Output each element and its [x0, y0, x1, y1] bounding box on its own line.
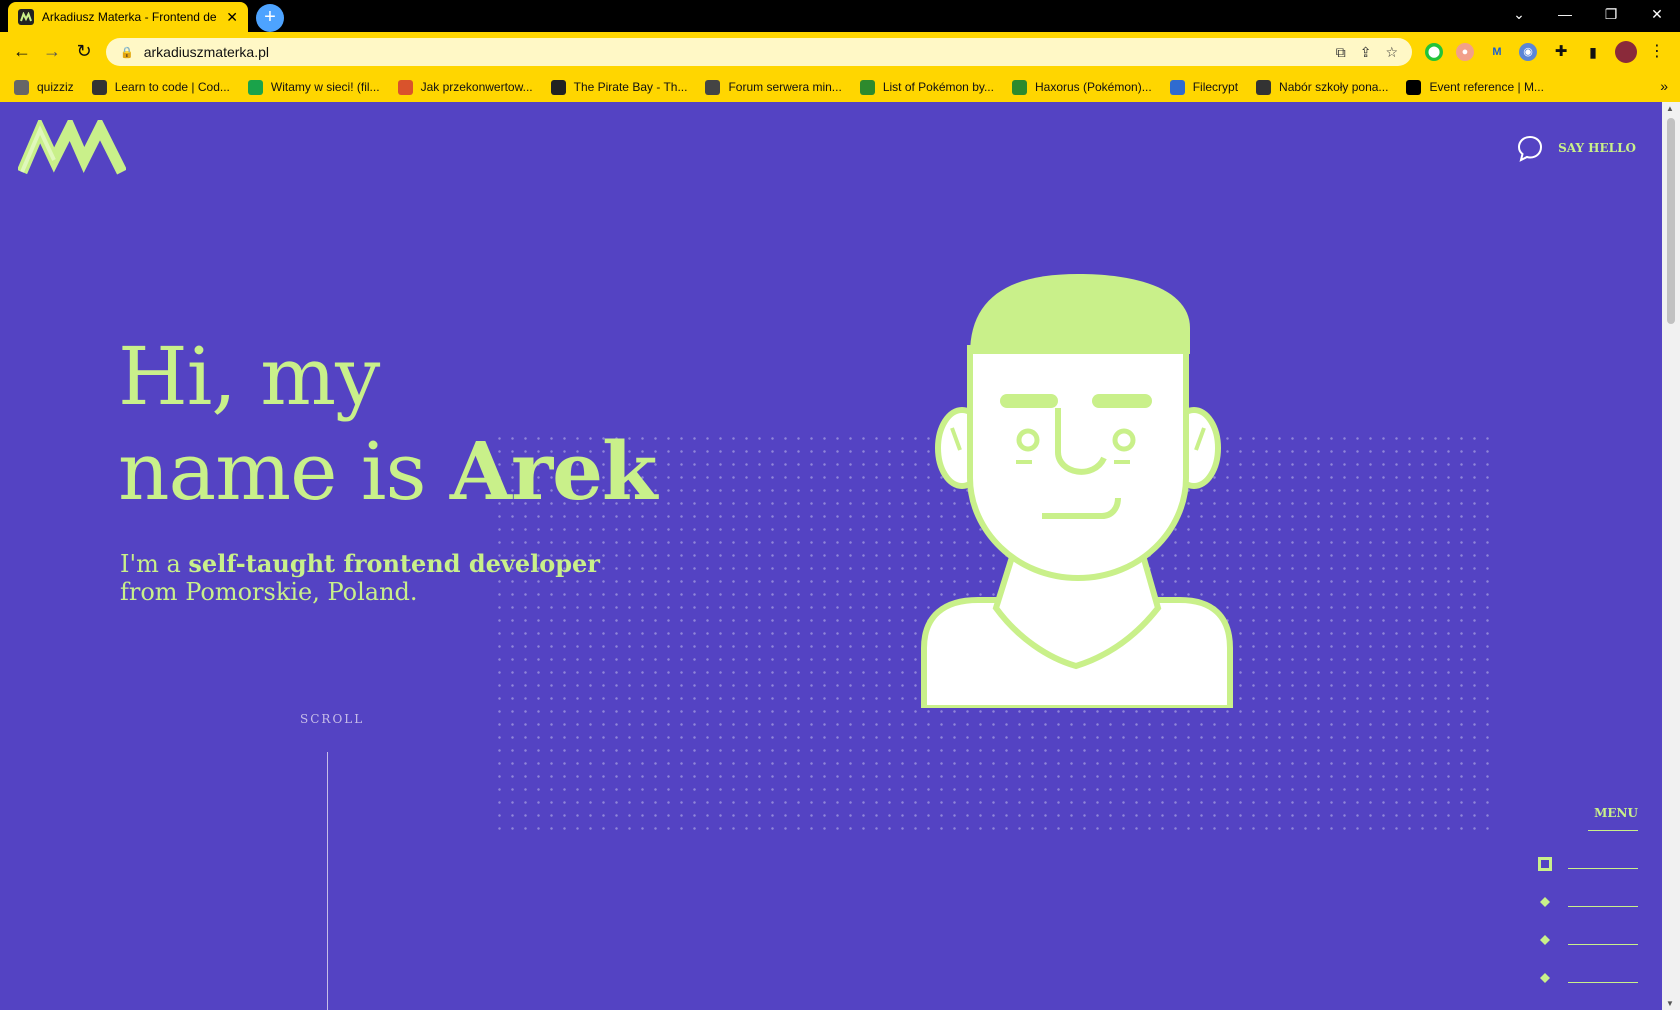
hero-heading-line2: name is	[118, 425, 450, 518]
chat-bubble-icon	[1518, 135, 1543, 162]
scroll-indicator-line	[327, 752, 328, 1010]
bookmark-item[interactable]: Learn to code | Cod...	[91, 79, 230, 95]
bookmark-label: quizziz	[37, 80, 74, 94]
forward-arrow-icon[interactable]: →	[40, 40, 64, 64]
bookmark-label: Filecrypt	[1192, 80, 1239, 94]
extensions-puzzle-icon[interactable]: ✚	[1552, 43, 1570, 61]
bookmark-item[interactable]: Jak przekonwertow...	[397, 79, 533, 95]
lock-icon[interactable]: 🔒	[120, 46, 134, 59]
bookmark-label: Nabór szkoły pona...	[1279, 80, 1389, 94]
hero-subtitle: I'm a self-taught frontend developer fro…	[120, 549, 640, 607]
bookmark-item[interactable]: Haxorus (Pokémon)...	[1011, 79, 1152, 95]
hero-subtitle-bold: self-taught frontend developer	[188, 549, 600, 578]
close-tab-icon[interactable]: ✕	[226, 9, 238, 26]
menu-item-line	[1568, 944, 1638, 945]
bookmark-item[interactable]: Forum serwera min...	[705, 79, 842, 95]
diamond-marker-icon	[1540, 973, 1550, 983]
extension-record-icon[interactable]: ●	[1456, 43, 1474, 61]
share-icon[interactable]: ⇪	[1360, 44, 1372, 61]
avatar-illustration	[918, 268, 1238, 713]
new-tab-button[interactable]: +	[256, 4, 284, 32]
bookmark-label: Jak przekonwertow...	[420, 80, 533, 94]
v-icon	[1256, 79, 1272, 95]
restore-button[interactable]: ❐	[1588, 0, 1634, 32]
scroll-up-arrow-icon[interactable]: ▲	[1666, 104, 1674, 113]
codecademy-icon	[91, 79, 107, 95]
bookmark-item[interactable]: Witamy w sieci! (fil...	[247, 79, 380, 95]
page-viewport: SAY HELLO Hi, my name is Arek I'm a self…	[0, 102, 1662, 1010]
bookmark-item[interactable]: quizziz	[14, 79, 74, 95]
back-arrow-icon[interactable]: ←	[10, 40, 34, 64]
url-text[interactable]: arkadiuszmaterka.pl	[144, 44, 269, 60]
leaf-icon	[1011, 79, 1027, 95]
bookmark-label: Forum serwera min...	[728, 80, 842, 94]
bookmark-item[interactable]: Nabór szkoły pona...	[1256, 79, 1389, 95]
menu-item[interactable]	[1538, 968, 1638, 988]
menu-item-line	[1568, 906, 1638, 907]
bookmark-label: List of Pokémon by...	[882, 80, 994, 94]
say-hello-link[interactable]: SAY HELLO	[1516, 134, 1636, 162]
menu-item-line	[1568, 982, 1638, 983]
leaf-icon	[859, 79, 875, 95]
browser-toolbar: ← → ↻ 🔒 arkadiuszmaterka.pl ⧉ ⇪ ☆ ⬤ ● M …	[0, 32, 1680, 72]
bookmark-label: Witamy w sieci! (fil...	[270, 80, 380, 94]
scrollbar-thumb[interactable]	[1667, 118, 1675, 324]
diamond-marker-icon	[1540, 935, 1550, 945]
browser-menu-icon[interactable]: ⋮	[1648, 43, 1666, 61]
chat-icon	[705, 79, 721, 95]
hero-subtitle-pre: I'm a	[120, 550, 189, 578]
bookmark-label: Haxorus (Pokémon)...	[1034, 80, 1152, 94]
say-hello-label: SAY HELLO	[1558, 141, 1636, 155]
scroll-indicator-label: SCROLL	[300, 712, 365, 726]
diamond-marker-icon	[1540, 897, 1550, 907]
extension-m-icon[interactable]: M	[1488, 43, 1506, 61]
bookmark-item[interactable]: The Pirate Bay - Th...	[550, 79, 688, 95]
menu-item[interactable]	[1538, 854, 1638, 874]
bookmark-item[interactable]: Filecrypt	[1169, 79, 1239, 95]
menu-item[interactable]	[1538, 892, 1638, 912]
square-marker-icon	[1538, 857, 1552, 871]
site-favicon-icon	[18, 9, 34, 25]
page-scrollbar[interactable]: ▲ ▼	[1662, 102, 1680, 1010]
browser-tabbar: Arkadiusz Materka - Frontend de ✕ + ⌄ — …	[0, 0, 1680, 32]
shield-icon	[1169, 79, 1185, 95]
bookmarks-bar: quizziz Learn to code | Cod... Witamy w si…	[0, 72, 1680, 102]
hero-subtitle-post: from Pomorskie, Poland.	[120, 578, 418, 606]
bookmark-label: Event reference | M...	[1429, 80, 1544, 94]
tab-title: Arkadiusz Materka - Frontend de	[41, 10, 217, 24]
bookmark-label: Learn to code | Cod...	[114, 80, 230, 94]
bookmark-label: The Pirate Bay - Th...	[573, 80, 688, 94]
reload-icon[interactable]: ↻	[72, 40, 96, 64]
menu-label[interactable]: MENU	[1588, 806, 1638, 831]
tab-search-chevron-icon[interactable]: ⌄	[1496, 0, 1542, 32]
bookmarks-overflow-icon[interactable]: »	[1660, 78, 1668, 94]
bookmark-item[interactable]: List of Pokémon by...	[859, 79, 994, 95]
close-window-button[interactable]: ✕	[1634, 0, 1680, 32]
bookmark-icon	[397, 79, 413, 95]
scroll-down-arrow-icon[interactable]: ▼	[1666, 999, 1674, 1008]
shield-icon	[247, 79, 263, 95]
extension-circle-icon[interactable]: ◉	[1519, 43, 1537, 61]
browser-tab[interactable]: Arkadiusz Materka - Frontend de ✕	[8, 2, 248, 32]
menu-item[interactable]	[1538, 930, 1638, 950]
bookmark-item[interactable]: Event reference | M...	[1406, 79, 1544, 95]
address-bar[interactable]: 🔒 arkadiuszmaterka.pl ⧉ ⇪ ☆	[106, 38, 1412, 66]
translate-icon[interactable]: ⧉	[1336, 44, 1346, 61]
side-panel-icon[interactable]: ▮	[1584, 43, 1602, 61]
site-logo[interactable]	[16, 115, 127, 181]
minimize-button[interactable]: —	[1542, 0, 1588, 32]
extension-green-icon[interactable]: ⬤	[1425, 43, 1443, 61]
ship-icon	[550, 79, 566, 95]
mdn-icon	[1406, 79, 1422, 95]
profile-avatar[interactable]	[1615, 41, 1637, 63]
menu-item-line	[1568, 868, 1638, 869]
globe-icon	[14, 79, 29, 95]
hero-heading-line1: Hi, my	[118, 330, 380, 423]
star-bookmark-icon[interactable]: ☆	[1385, 44, 1398, 61]
hero-heading: Hi, my name is Arek	[118, 330, 658, 519]
hero-name: Arek	[449, 424, 658, 518]
